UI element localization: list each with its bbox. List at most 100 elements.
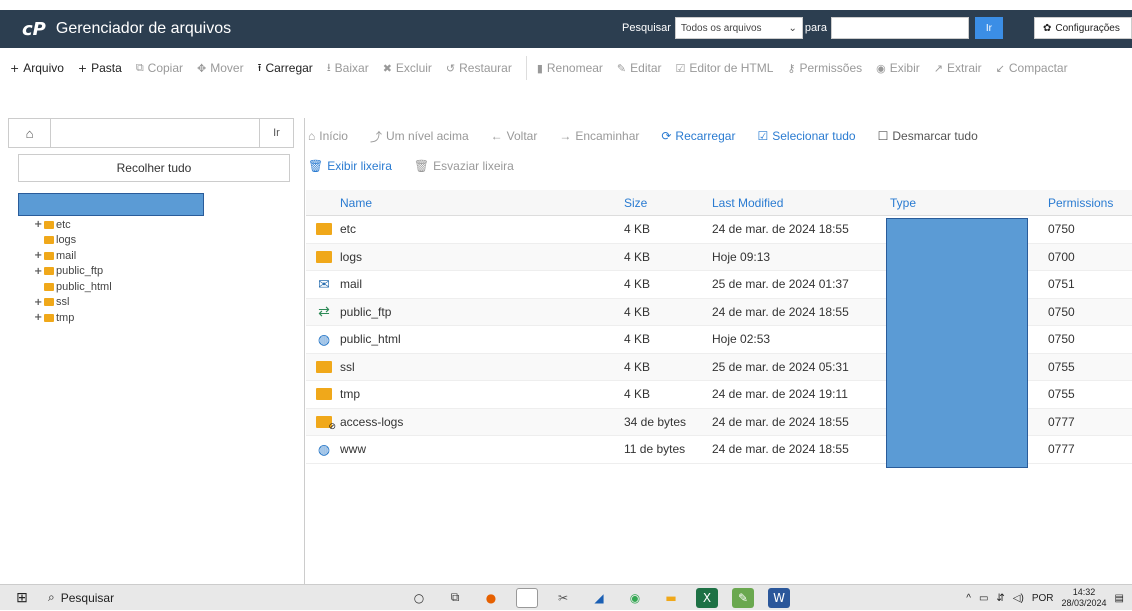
column-size[interactable]: Size	[624, 196, 712, 210]
chevron-up-icon[interactable]: ^	[966, 593, 971, 604]
expand-icon[interactable]: +	[34, 219, 44, 230]
select-all-button[interactable]: ☑ Selecionar tudo	[757, 126, 855, 146]
file-name[interactable]: ssl	[340, 360, 624, 374]
search-icon: ⌕	[48, 590, 55, 604]
toolbar-label: Pasta	[91, 61, 122, 75]
file-name[interactable]: tmp	[340, 387, 624, 401]
language-indicator[interactable]: POR	[1032, 593, 1054, 604]
column-type[interactable]: Type	[890, 196, 1048, 210]
file-size: 4 KB	[624, 359, 651, 374]
toolbar-arquivo-button[interactable]: + Arquivo	[10, 56, 64, 80]
volume-icon[interactable]: ◁)	[1013, 593, 1024, 604]
taskbar-search[interactable]: ⌕ Pesquisar	[48, 590, 408, 605]
toolbar-renomear-button[interactable]: ▮ Renomear	[525, 56, 603, 80]
clock[interactable]: 14:32 28/03/2024	[1062, 587, 1107, 609]
search-scope-value: Todos os arquivos	[680, 22, 762, 34]
cpanel-logo[interactable]: cP	[22, 19, 46, 40]
toolbar-compactar-button[interactable]: ↙ Compactar	[996, 56, 1068, 80]
toolbar-excluir-button[interactable]: ✖ Excluir	[383, 56, 432, 80]
file-modified: 24 de mar. de 2024 18:55	[712, 414, 849, 429]
toolbar-pasta-button[interactable]: + Pasta	[78, 56, 122, 80]
tree-item[interactable]: + tmp	[34, 310, 294, 326]
clock-date: 28/03/2024	[1061, 598, 1107, 608]
search-go-button[interactable]: Ir	[974, 17, 1003, 39]
file-name[interactable]: public_html	[340, 332, 624, 346]
trash-icon: 🗑	[308, 159, 324, 173]
home-icon[interactable]: ⌂	[9, 119, 51, 147]
column-modified[interactable]: Last Modified	[712, 196, 890, 210]
collapse-all-button[interactable]: Recolher tudo	[18, 154, 290, 182]
toolbar-label: Baixar	[334, 61, 369, 75]
column-permissions[interactable]: Permissions	[1048, 196, 1132, 210]
tree-item[interactable]: + public_ftp	[34, 264, 294, 280]
editor-icon[interactable]: ✎	[732, 587, 754, 608]
settings-button[interactable]: ✿ Configurações	[1034, 17, 1132, 39]
column-name[interactable]: Name	[340, 196, 624, 210]
panel-divider	[304, 118, 305, 584]
logo[interactable]: cP Gerenciador de arquivos	[22, 19, 231, 40]
toolbar-restaurar-button[interactable]: ↺ Restaurar	[446, 56, 512, 80]
cortana-icon[interactable]: ○	[408, 588, 430, 608]
mail-icon: ✉	[318, 275, 330, 292]
toolbar-mover-button[interactable]: ✥ Mover	[197, 56, 244, 80]
toolbar-editar-button[interactable]: ✎ Editar	[617, 56, 662, 80]
select-all-label: Selecionar tudo	[772, 129, 856, 143]
toolbar-permiss-es-button[interactable]: ⚷ Permissões	[787, 56, 862, 80]
expand-icon[interactable]: +	[34, 312, 44, 323]
toolbar-baixar-button[interactable]: ⭳ Baixar	[327, 56, 369, 80]
tree-item[interactable]: + etc	[34, 217, 294, 233]
file-explorer-icon[interactable]: ▬	[660, 588, 682, 608]
toolbar-icon: ⚷	[787, 61, 796, 75]
reload-button[interactable]: ⟳ Recarregar	[661, 126, 735, 146]
path-go-button[interactable]: Ir	[259, 119, 293, 147]
tree-item[interactable]: logs	[34, 233, 294, 249]
network-icon[interactable]: ⇵	[996, 593, 1004, 604]
expand-icon[interactable]: +	[34, 297, 44, 308]
show-trash-button[interactable]: 🗑 Exibir lixeira	[308, 156, 392, 176]
expand-icon[interactable]: +	[34, 250, 44, 261]
up-level-button[interactable]: ⤴ Um nível acima	[370, 126, 469, 146]
file-name[interactable]: www	[340, 442, 624, 456]
toolbar-copiar-button[interactable]: ⧉ Copiar	[136, 56, 183, 80]
home-nav-button[interactable]: ⌂ Início	[308, 126, 348, 146]
tree-item[interactable]: + ssl	[34, 295, 294, 311]
folder-icon	[44, 236, 54, 245]
file-name[interactable]: logs	[340, 250, 624, 264]
file-permissions: 0755	[1048, 387, 1075, 402]
back-button[interactable]: ← Voltar	[491, 126, 538, 146]
toolbar-editor-de-html-button[interactable]: ☑ Editor de HTML	[676, 56, 774, 80]
file-name[interactable]: public_ftp	[340, 305, 624, 319]
toolbar-exibir-button[interactable]: ◉ Exibir	[876, 56, 920, 80]
snipping-tool-icon[interactable]: ✂	[552, 588, 574, 608]
search-scope-select[interactable]: Todos os arquivos ⌄	[674, 17, 803, 39]
toolbar-carregar-button[interactable]: ⭱ Carregar	[258, 56, 313, 80]
toolbar-extrair-button[interactable]: ↗ Extrair	[934, 56, 982, 80]
notepad-icon[interactable]	[516, 587, 538, 608]
windows-start-icon[interactable]: ⊞	[10, 589, 34, 606]
excel-icon[interactable]: X	[696, 587, 718, 608]
redacted-root-item[interactable]	[18, 193, 204, 216]
notifications-icon[interactable]: ▤	[1115, 593, 1124, 604]
search-input[interactable]	[830, 17, 969, 39]
forward-button[interactable]: → Encaminhar	[559, 126, 639, 146]
empty-trash-button[interactable]: 🗑 Esvaziar lixeira	[414, 156, 514, 176]
file-name[interactable]: mail	[340, 277, 624, 291]
checkbox-checked-icon: ☑	[757, 129, 769, 143]
word-icon[interactable]: W	[768, 587, 790, 608]
task-view-icon[interactable]: ⧉	[444, 588, 466, 608]
battery-icon[interactable]: ▭	[979, 593, 988, 604]
tree-item[interactable]: public_html	[34, 279, 294, 295]
tree-item[interactable]: + mail	[34, 248, 294, 264]
deselect-all-label: Desmarcar tudo	[892, 129, 978, 143]
deselect-all-button[interactable]: ☐ Desmarcar tudo	[878, 126, 978, 146]
edge-icon[interactable]: ◢	[588, 588, 610, 608]
expand-icon[interactable]: +	[34, 266, 44, 277]
tree-item-label: public_ftp	[56, 265, 104, 278]
firefox-icon[interactable]: ●	[480, 588, 502, 608]
path-input[interactable]	[51, 119, 259, 147]
file-name[interactable]: access-logs	[340, 415, 624, 429]
settings-label: Configurações	[1055, 22, 1120, 34]
file-name[interactable]: etc	[340, 222, 624, 236]
chrome-icon[interactable]: ◉	[624, 588, 646, 608]
file-modified: Hoje 02:53	[712, 332, 771, 347]
